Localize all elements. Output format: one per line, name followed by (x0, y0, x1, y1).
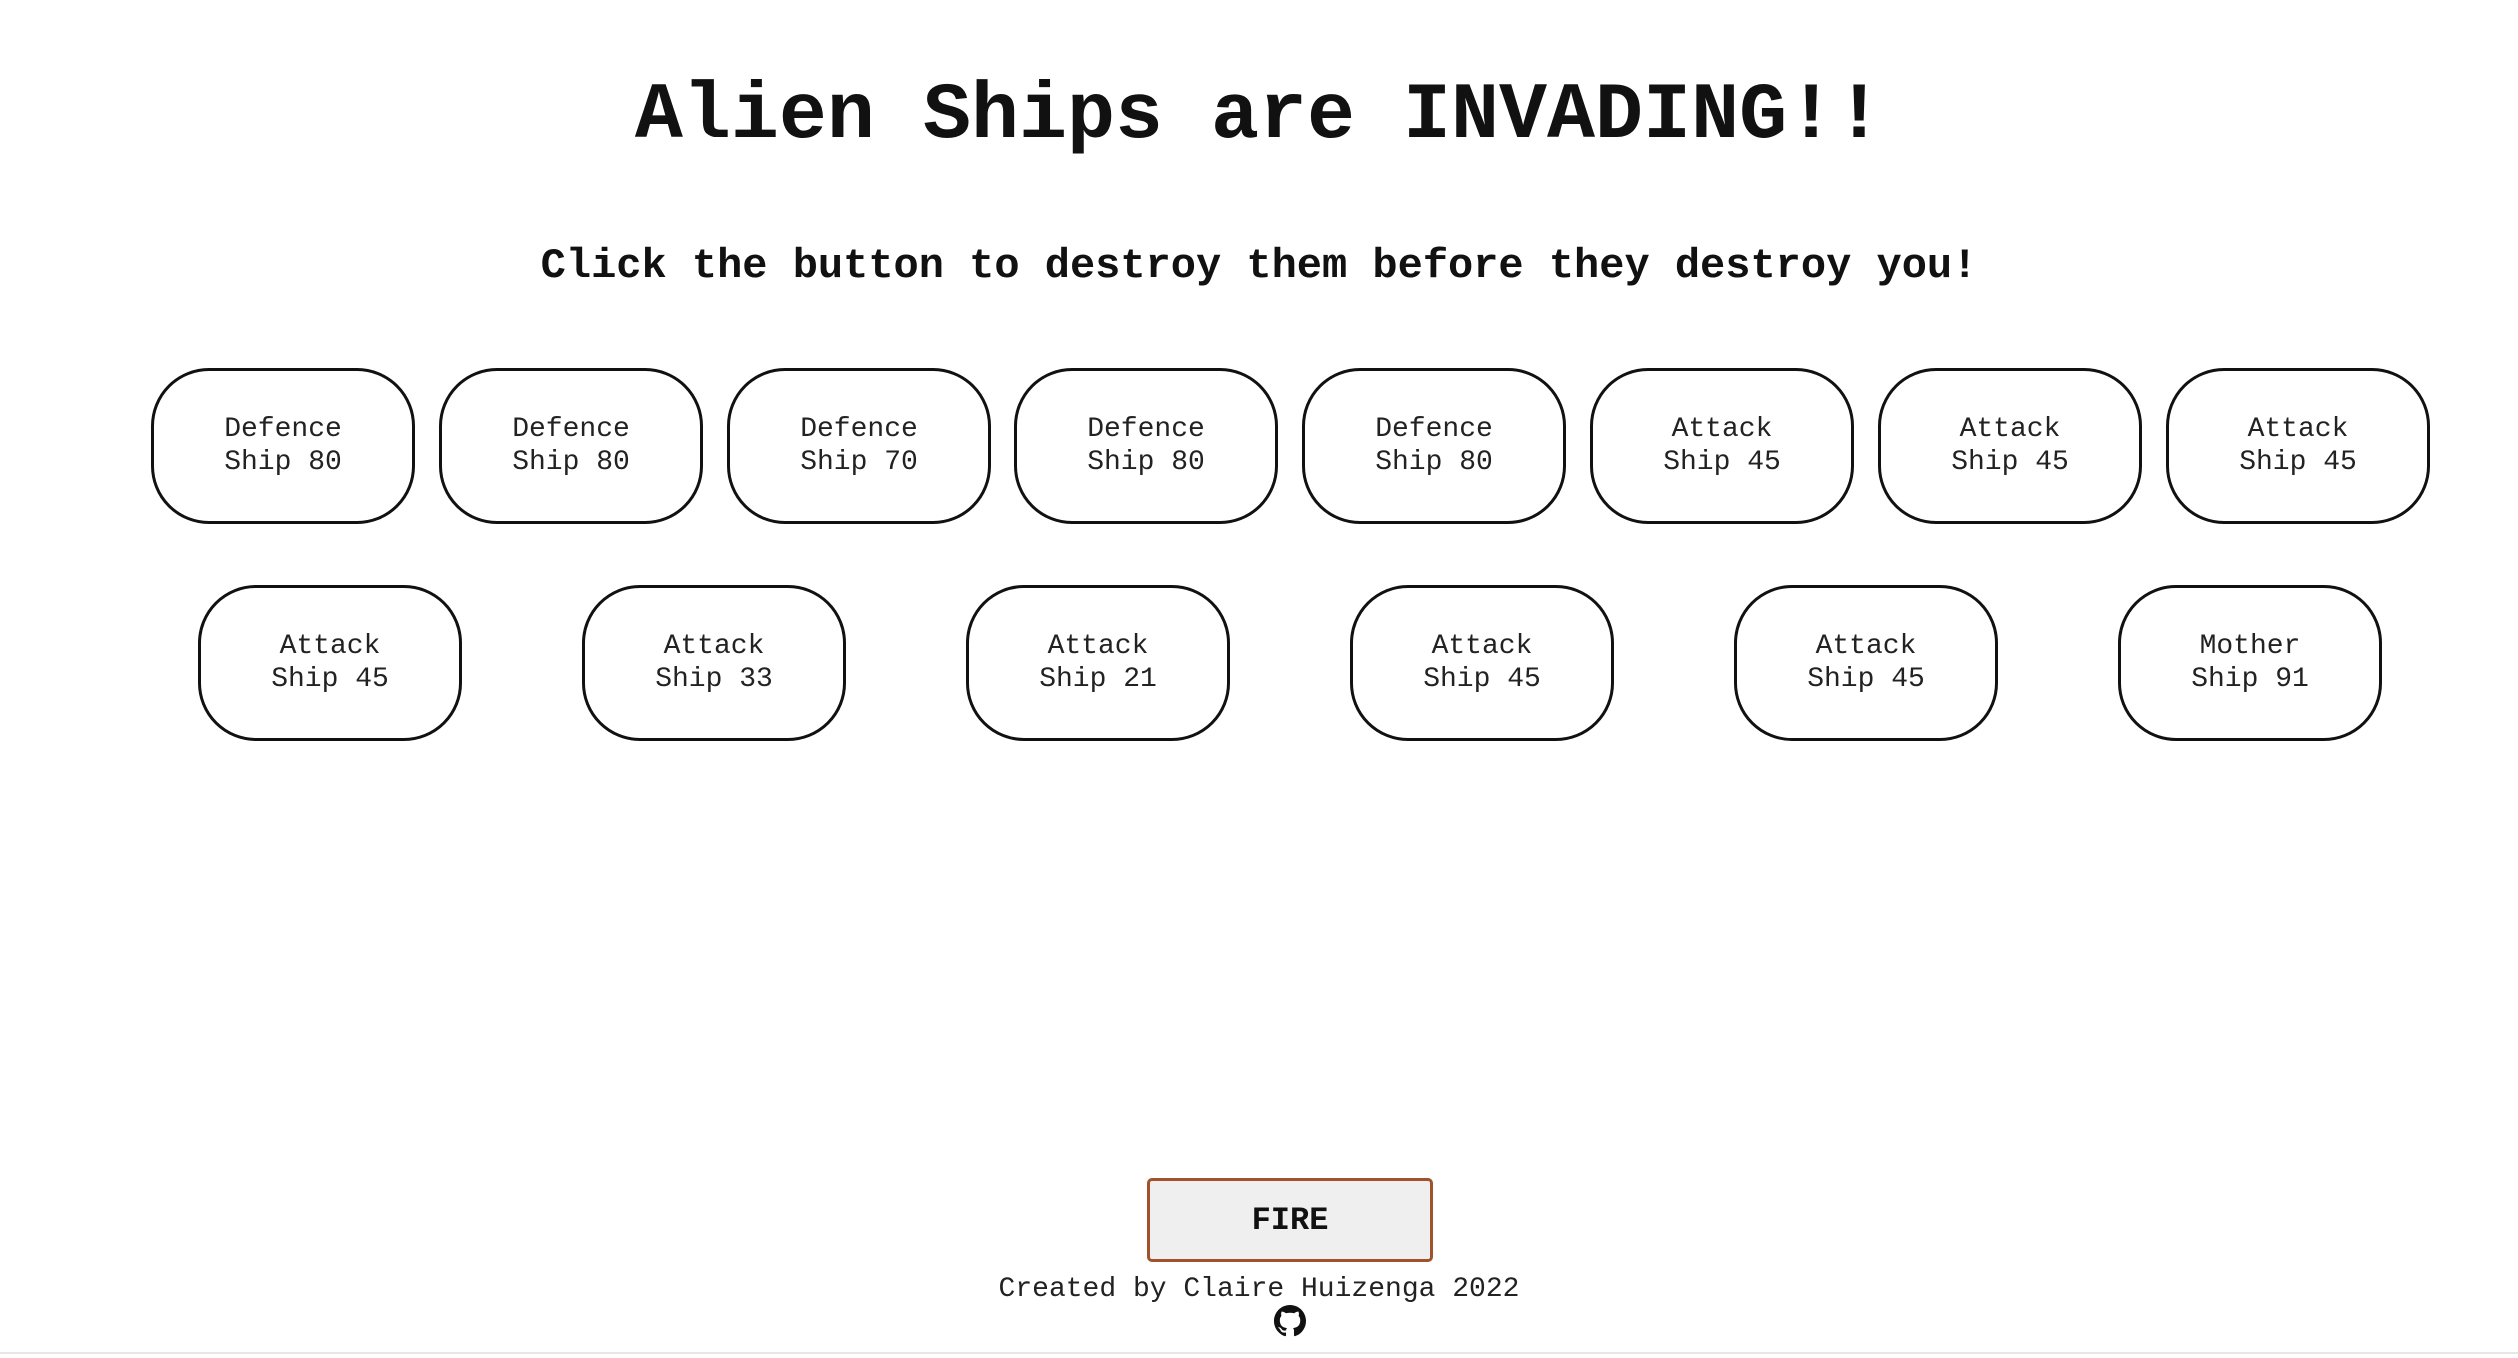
ship-type: Attack (279, 631, 381, 662)
ship-type: Defence (224, 414, 342, 445)
ship-label: Ship 21 (1039, 664, 1157, 695)
defence-ship[interactable]: Defence Ship 80 (439, 368, 703, 524)
attack-ship[interactable]: Attack Ship 45 (198, 585, 462, 741)
ship-label: Ship 70 (800, 447, 918, 478)
defence-ship[interactable]: Defence Ship 80 (151, 368, 415, 524)
ship-type: Defence (512, 414, 630, 445)
attack-ship[interactable]: Attack Ship 21 (966, 585, 1230, 741)
github-icon (1274, 1305, 1306, 1337)
footer-credit: Created by Claire Huizenga 2022 (998, 1274, 1520, 1305)
ship-label: Ship 45 (1807, 664, 1925, 695)
attack-ship[interactable]: Attack Ship 33 (582, 585, 846, 741)
defence-ship[interactable]: Defence Ship 80 (1014, 368, 1278, 524)
ship-type: Attack (1959, 414, 2061, 445)
ship-type: Attack (1671, 414, 1773, 445)
page-title: Alien Ships are INVADING!! (634, 71, 1884, 162)
ship-type: Attack (1047, 631, 1149, 662)
ship-type: Attack (663, 631, 765, 662)
ship-type: Attack (2247, 414, 2349, 445)
ship-type: Attack (1815, 631, 1917, 662)
ship-row-2: Attack Ship 45 Attack Ship 33 Attack Shi… (0, 585, 2518, 743)
ship-label: Ship 45 (1423, 664, 1541, 695)
ship-label: Ship 33 (655, 664, 773, 695)
ship-label: Ship 45 (2239, 447, 2357, 478)
attack-ship[interactable]: Attack Ship 45 (1590, 368, 1854, 524)
ship-label: Ship 45 (1951, 447, 2069, 478)
ship-type: Defence (1087, 414, 1205, 445)
ship-type: Defence (1375, 414, 1493, 445)
ship-type: Mother (2199, 631, 2301, 662)
ship-label: Ship 45 (1663, 447, 1781, 478)
ship-label: Ship 45 (271, 664, 389, 695)
defence-ship[interactable]: Defence Ship 70 (727, 368, 991, 524)
ship-type: Attack (1431, 631, 1533, 662)
mother-ship[interactable]: Mother Ship 91 (2118, 585, 2382, 741)
attack-ship[interactable]: Attack Ship 45 (1734, 585, 1998, 741)
ship-label: Ship 80 (1087, 447, 1205, 478)
ship-label: Ship 80 (1375, 447, 1493, 478)
ship-label: Ship 80 (224, 447, 342, 478)
github-icon[interactable] (1274, 1305, 1306, 1337)
defence-ship[interactable]: Defence Ship 80 (1302, 368, 1566, 524)
ship-label: Ship 91 (2191, 664, 2309, 695)
page-subtitle: Click the button to destroy them before … (540, 242, 1978, 290)
ship-row-1: Defence Ship 80 Defence Ship 80 Defence … (0, 368, 2518, 526)
attack-ship[interactable]: Attack Ship 45 (1878, 368, 2142, 524)
ship-type: Defence (800, 414, 918, 445)
attack-ship[interactable]: Attack Ship 45 (2166, 368, 2430, 524)
attack-ship[interactable]: Attack Ship 45 (1350, 585, 1614, 741)
fire-button[interactable]: FIRE (1147, 1178, 1433, 1262)
ship-label: Ship 80 (512, 447, 630, 478)
bottom-divider (0, 1352, 2518, 1354)
